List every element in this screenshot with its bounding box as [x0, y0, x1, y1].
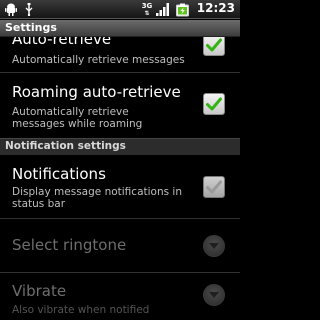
status-bar: 3G ⇅ 12:23 [0, 0, 240, 19]
page-title: Settings [5, 21, 57, 34]
clock: 12:23 [196, 1, 235, 15]
pref-roaming-title: Roaming auto-retrieve [12, 83, 181, 101]
auto-retrieve-checkbox[interactable] [203, 37, 225, 56]
preference-list[interactable]: Auto-retrieve Automatically retrieve mes… [0, 37, 240, 320]
roaming-checkbox[interactable] [203, 93, 225, 115]
notifications-checkbox[interactable] [203, 176, 225, 198]
pref-vibrate-summary: Also vibrate when notified [12, 304, 150, 316]
signal-icon [155, 2, 170, 17]
vibrate-radio[interactable] [203, 284, 225, 306]
checkmark-icon [206, 38, 222, 52]
pref-roaming-auto-retrieve[interactable]: Roaming auto-retrieve Automatically retr… [0, 73, 240, 137]
battery-icon [175, 2, 190, 17]
pref-notifications-summary: Display message notifications in status … [12, 186, 182, 210]
network-label: 3G [141, 1, 153, 10]
checkmark-icon [206, 180, 222, 194]
pref-select-ringtone[interactable]: Select ringtone [0, 219, 240, 272]
network-type-icon: 3G ⇅ [141, 1, 153, 17]
pref-auto-retrieve-title: Auto-retrieve [12, 37, 112, 48]
title-bar: Settings [0, 20, 240, 37]
chevron-down-icon [209, 292, 219, 298]
pref-notifications-title: Notifications [12, 165, 106, 183]
pref-notifications[interactable]: Notifications Display message notificati… [0, 156, 240, 218]
chevron-down-icon [209, 243, 219, 249]
pref-vibrate[interactable]: Vibrate Also vibrate when notified [0, 273, 240, 320]
ringtone-radio[interactable] [203, 235, 225, 257]
pref-vibrate-title: Vibrate [12, 282, 67, 300]
pref-auto-retrieve-summary: Automatically retrieve messages [12, 54, 185, 66]
android-icon [4, 2, 18, 17]
section-header-label: Notification settings [5, 140, 126, 152]
checkmark-icon [206, 97, 222, 111]
usb-icon [22, 2, 36, 17]
section-header-notifications: Notification settings [0, 138, 240, 155]
pref-auto-retrieve[interactable]: Auto-retrieve Automatically retrieve mes… [0, 37, 240, 71]
pref-roaming-summary: Automatically retrieve messages while ro… [12, 106, 143, 130]
pref-ringtone-title: Select ringtone [12, 236, 127, 254]
